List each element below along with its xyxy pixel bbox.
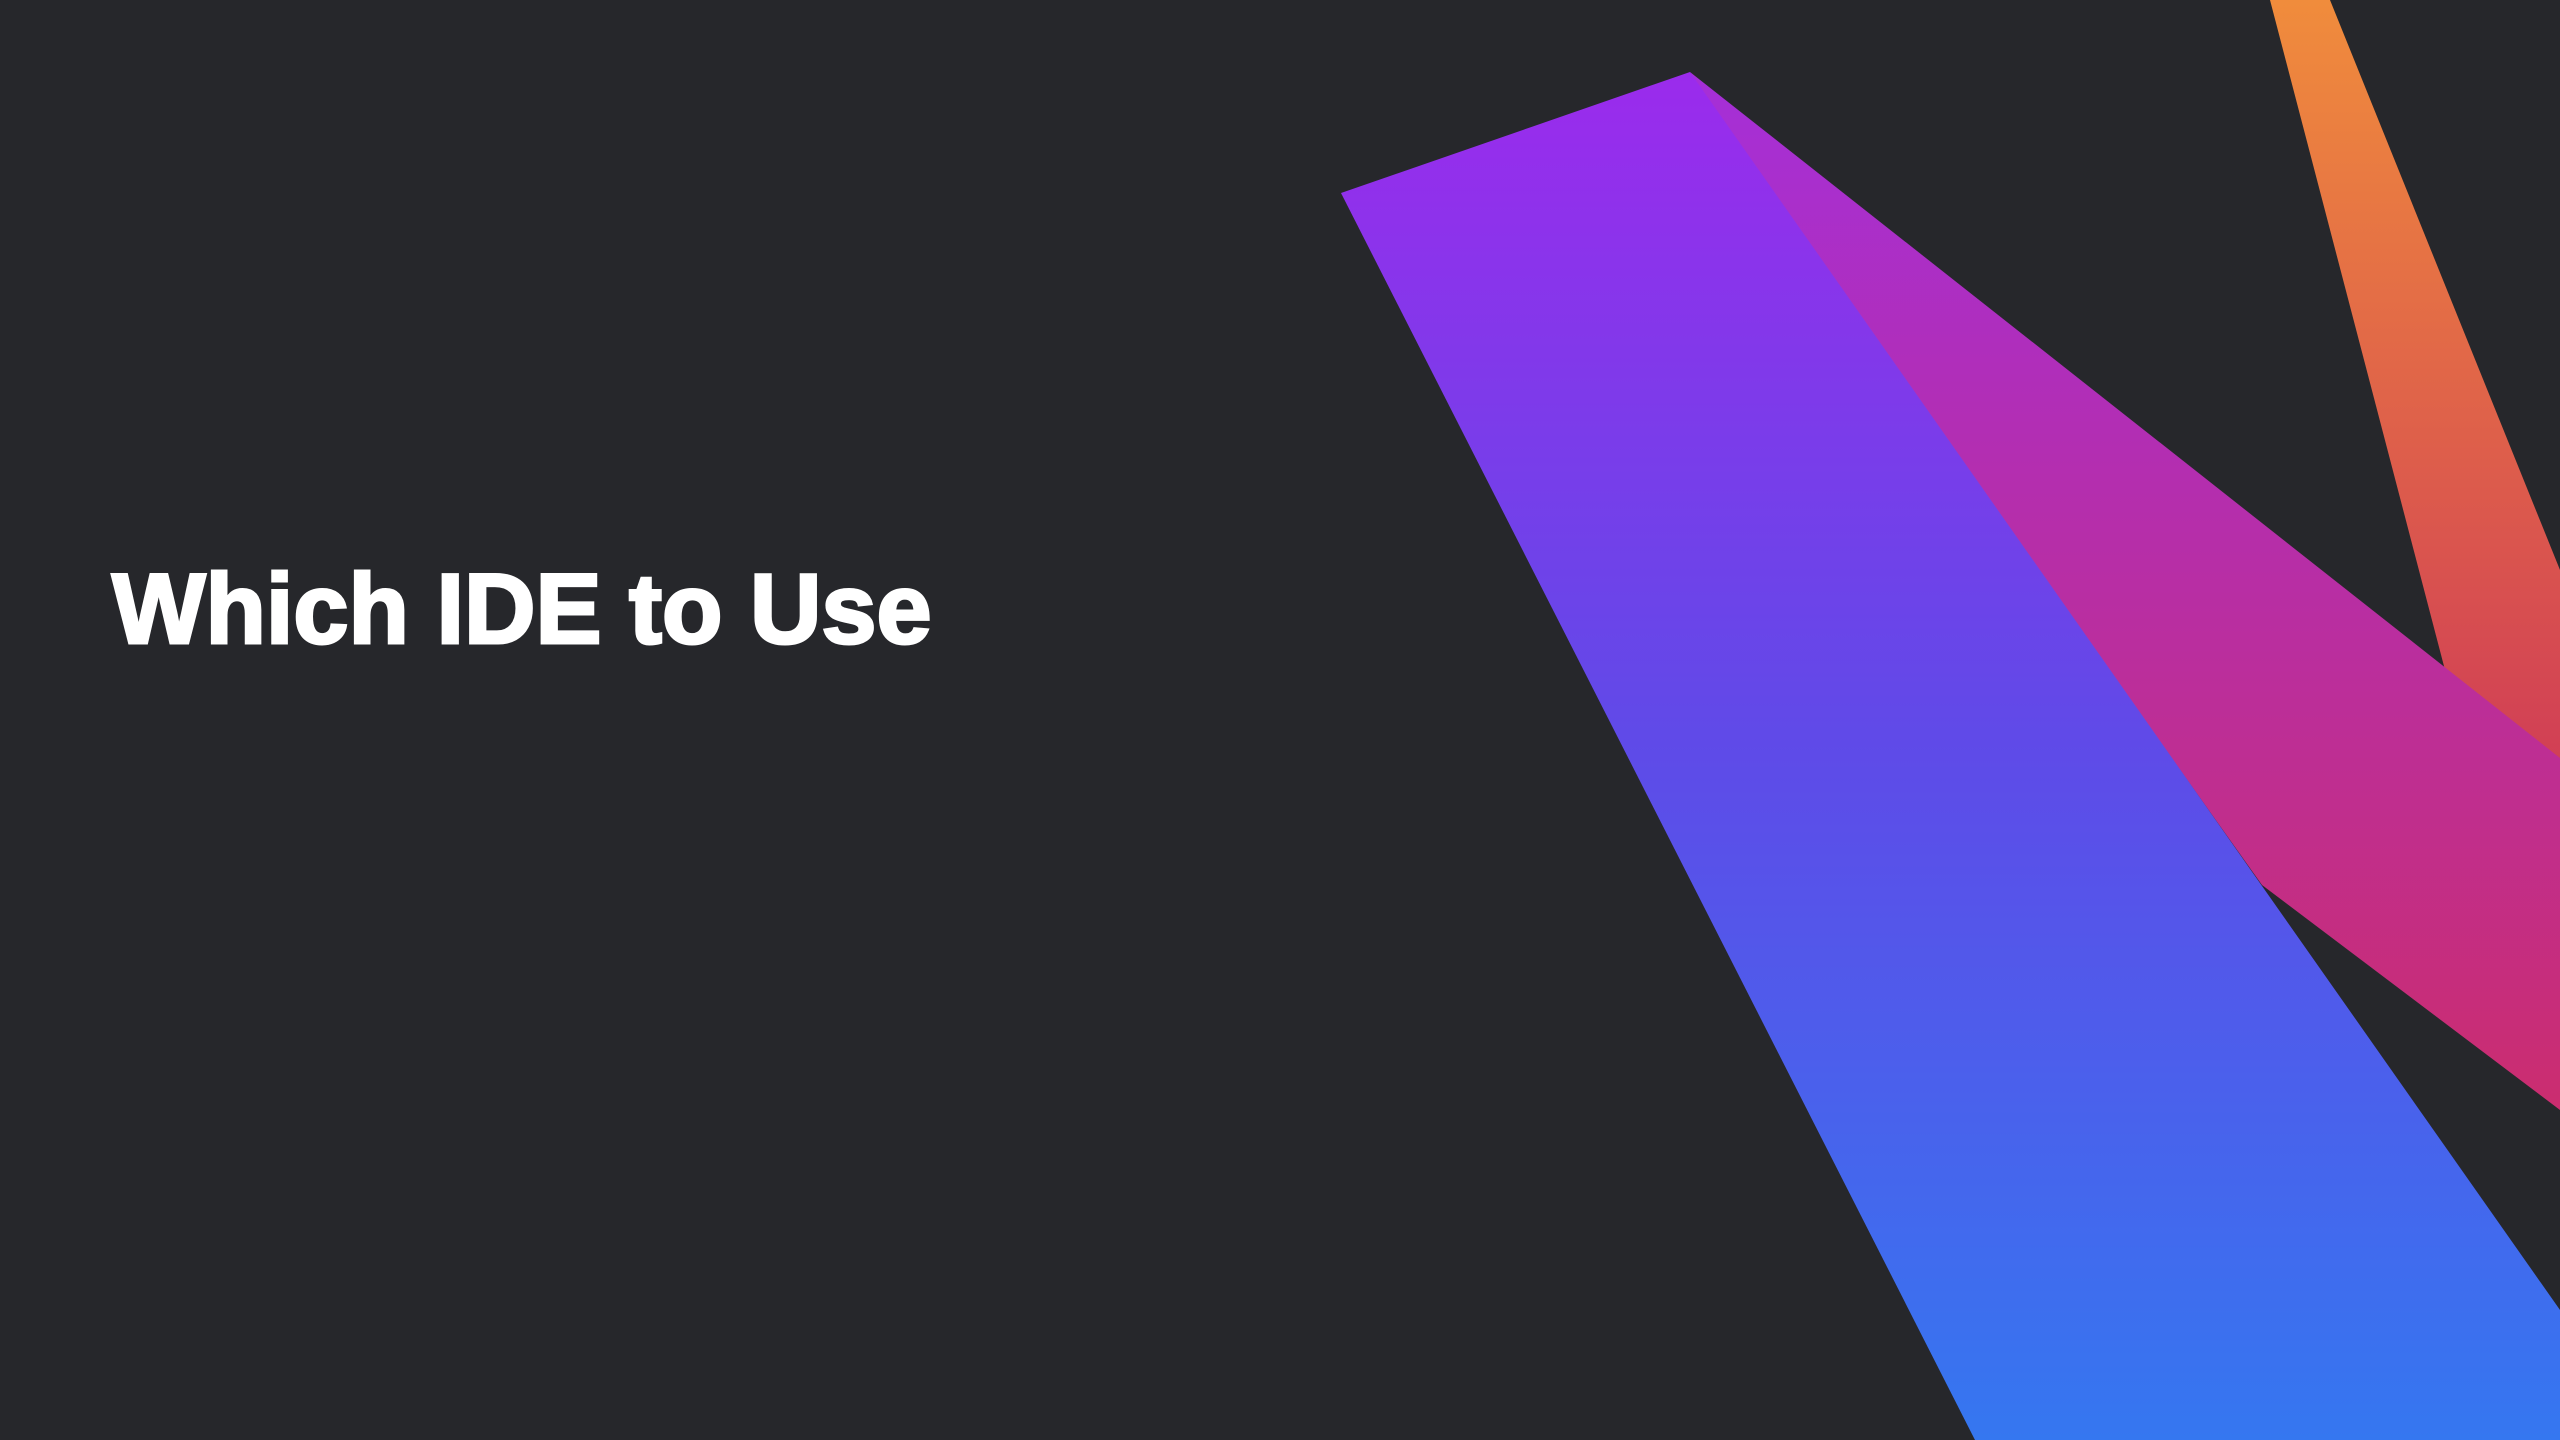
slide-title: Which IDE to Use bbox=[111, 552, 934, 666]
decorative-stripes bbox=[1341, 0, 2560, 1440]
slide: Which IDE to Use bbox=[0, 0, 2560, 1440]
